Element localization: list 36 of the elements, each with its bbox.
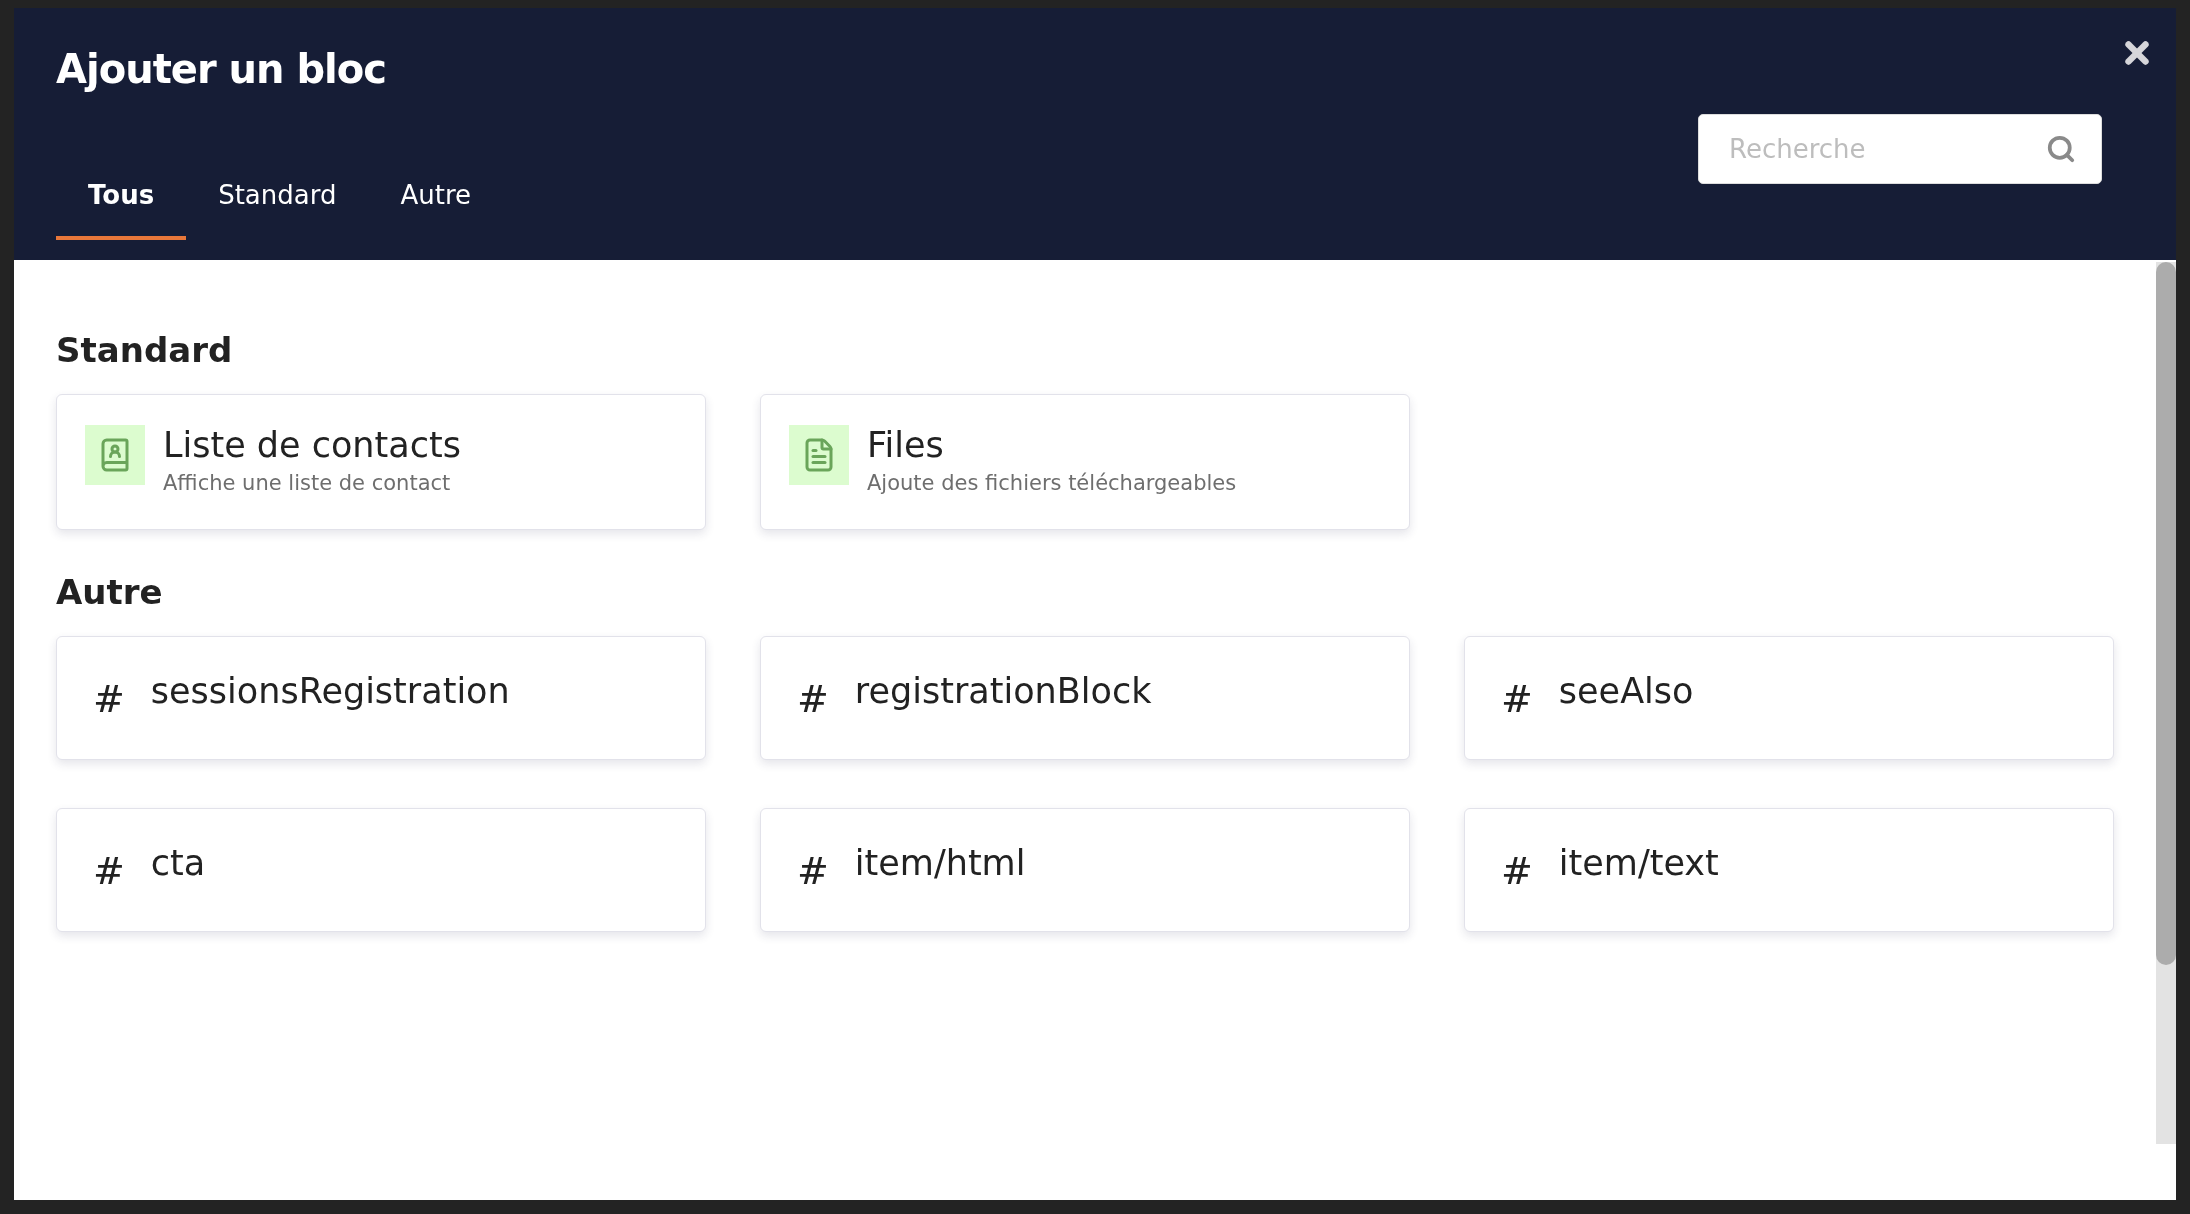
hash-icon: # <box>93 849 125 893</box>
block-card[interactable]: Liste de contacts Affiche une liste de contact <box>56 394 706 530</box>
scrollbar-track[interactable] <box>2156 262 2176 1144</box>
dialog-title: Ajouter un bloc <box>56 46 387 92</box>
block-title: item/text <box>1558 843 1719 883</box>
block-description: Ajoute des fichiers téléchargeables <box>867 471 1237 495</box>
section-heading: Autre <box>56 572 164 612</box>
hash-icon: # <box>93 677 125 721</box>
block-card[interactable]: # item/html <box>760 808 1410 932</box>
tab[interactable]: Standard <box>186 162 369 240</box>
tab[interactable]: Tous <box>56 162 187 240</box>
block-title: Liste de contacts <box>163 425 461 465</box>
search-icon[interactable] <box>2046 134 2076 164</box>
block-card[interactable]: # sessionsRegistration <box>56 636 706 760</box>
block-card[interactable]: # cta <box>56 808 706 932</box>
document-icon <box>789 425 849 485</box>
hash-icon: # <box>1501 677 1533 721</box>
block-card[interactable]: Files Ajoute des fichiers téléchargeables <box>760 394 1410 530</box>
block-title: registrationBlock <box>854 671 1152 711</box>
contact-book-icon <box>85 425 145 485</box>
block-card[interactable]: # item/text <box>1464 808 2114 932</box>
hash-icon: # <box>797 849 829 893</box>
block-title: sessionsRegistration <box>150 671 510 711</box>
hash-icon: # <box>1501 849 1533 893</box>
block-title: cta <box>150 843 206 883</box>
search-field[interactable]: Recherche <box>1698 114 2102 184</box>
block-title: Files <box>867 425 945 465</box>
block-card[interactable]: # seeAlso <box>1464 636 2114 760</box>
scrollbar-thumb[interactable] <box>2156 262 2176 965</box>
block-description: Affiche une liste de contact <box>163 471 452 495</box>
section-heading: Standard <box>56 330 234 370</box>
block-card[interactable]: # registrationBlock <box>760 636 1410 760</box>
block-title: item/html <box>854 843 1026 883</box>
hash-icon: # <box>797 677 829 721</box>
tab[interactable]: Autre <box>368 162 503 240</box>
block-title: seeAlso <box>1558 671 1694 711</box>
